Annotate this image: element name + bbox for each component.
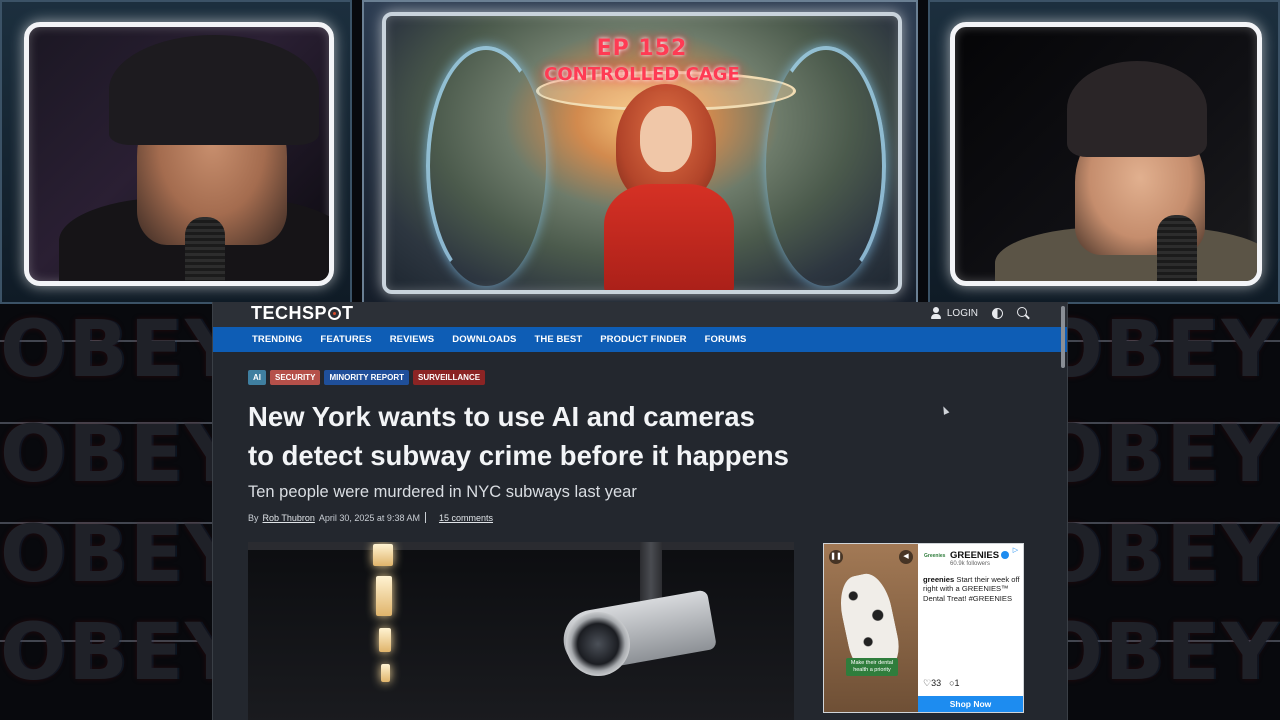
ad-followers: 60.9k followers <box>950 561 991 567</box>
byline-divider <box>424 512 426 523</box>
theme-toggle-icon[interactable] <box>992 307 1003 319</box>
bg-word: OBEY <box>0 410 244 500</box>
comments-link[interactable]: 15 comments <box>439 513 493 523</box>
article-headline: New York wants to use AI and cameras to … <box>248 397 848 475</box>
user-icon <box>930 307 941 319</box>
bg-word: OBEY <box>0 510 244 600</box>
verified-icon <box>1001 551 1010 559</box>
tag-minority-report[interactable]: MINORITY REPORT <box>324 370 409 385</box>
login-label: LOGIN <box>946 307 978 319</box>
site-topbar: TECHSP T LOGIN <box>213 302 1067 327</box>
nav-item-the-best[interactable]: THE BEST <box>534 334 582 345</box>
host-beanie <box>1067 61 1207 157</box>
episode-art: EP 152 CONTROLLED CAGE <box>362 0 918 304</box>
shop-now-button[interactable]: Shop Now <box>918 696 1023 712</box>
ad-replies[interactable]: ○1 <box>949 678 959 689</box>
ceiling-light <box>381 664 390 682</box>
main-nav: TRENDING FEATURES REVIEWS DOWNLOADS THE … <box>213 327 1067 352</box>
top-tools: LOGIN <box>930 307 1029 319</box>
bg-word: OBEY <box>1036 510 1280 600</box>
ceiling-light <box>379 628 391 652</box>
bg-word: OBEY <box>0 608 244 698</box>
episode-art-frame: EP 152 CONTROLLED CAGE <box>382 12 902 294</box>
nav-item-forums[interactable]: FORUMS <box>705 334 747 345</box>
article-subhead: Ten people were murdered in NYC subways … <box>248 483 637 501</box>
page-scrollbar[interactable] <box>1061 306 1065 368</box>
camera-lens <box>566 612 630 676</box>
ad-text: greenies Start their week off right with… <box>923 575 1021 603</box>
ad-video[interactable]: Make their dental health a priority ❚❚ ◀ <box>824 544 918 712</box>
article-tags: AI SECURITY MINORITY REPORT SURVEILLANCE <box>248 370 486 385</box>
ad-brand: GREENIES <box>950 550 1010 561</box>
heart-icon: ♡ <box>923 678 932 688</box>
nav-item-trending[interactable]: TRENDING <box>252 334 302 345</box>
tag-ai[interactable]: AI <box>248 370 266 385</box>
ad-stats: ♡33 ○1 <box>923 678 960 689</box>
bg-word: OBEY <box>0 305 244 395</box>
site-logo[interactable]: TECHSP T <box>251 303 354 324</box>
ad-image-caption: Make their dental health a priority <box>846 658 898 676</box>
bg-word: OBEY <box>1036 305 1280 395</box>
microphone-icon <box>185 217 225 281</box>
nav-item-reviews[interactable]: REVIEWS <box>390 334 435 345</box>
ad-likes-count: 33 <box>931 678 942 688</box>
woman-figure <box>604 84 734 290</box>
host-camera-right <box>928 0 1280 304</box>
techspot-page: TECHSP T LOGIN TRENDING FEATURES REVIEWS … <box>212 302 1068 720</box>
ad-info-icon[interactable]: ▷ <box>1011 546 1020 555</box>
ad-brand-name: GREENIES <box>950 550 1000 561</box>
headline-line-1: New York wants to use AI and cameras <box>248 401 755 432</box>
ad-likes[interactable]: ♡33 <box>923 678 941 689</box>
ad-replies-count: 1 <box>954 678 960 688</box>
nav-item-downloads[interactable]: DOWNLOADS <box>452 334 516 345</box>
headline-line-2: to detect subway crime before it happens <box>248 440 789 471</box>
woman-body <box>604 184 734 290</box>
ad-logo: Greenies <box>924 553 946 559</box>
logo-o-icon <box>328 307 342 320</box>
tag-security[interactable]: SECURITY <box>270 370 321 385</box>
byline-by: By <box>248 512 259 523</box>
camera-frame <box>950 22 1262 286</box>
pause-icon[interactable]: ❚❚ <box>829 550 843 564</box>
search-icon[interactable] <box>1017 307 1029 319</box>
mute-icon[interactable]: ◀ <box>899 550 913 564</box>
nav-item-features[interactable]: FEATURES <box>320 334 371 345</box>
episode-number: EP 152 <box>596 36 688 61</box>
ceiling-light <box>376 576 392 616</box>
camera-frame <box>24 22 334 286</box>
bg-word: OBEY <box>1036 410 1280 500</box>
tag-surveillance[interactable]: SURVEILLANCE <box>412 370 486 385</box>
host-hood <box>109 35 319 145</box>
sidebar-ad[interactable]: Make their dental health a priority ❚❚ ◀… <box>823 543 1024 713</box>
nav-item-product-finder[interactable]: PRODUCT FINDER <box>600 334 686 345</box>
login-button[interactable]: LOGIN <box>930 307 978 319</box>
ceiling-light <box>373 544 393 566</box>
article-date: April 30, 2025 at 9:38 AM <box>318 512 420 523</box>
article-byline: By Rob Thubron April 30, 2025 at 9:38 AM… <box>248 512 497 523</box>
bg-word: OBEY <box>1036 608 1280 698</box>
episode-title: CONTROLLED CAGE <box>544 64 740 85</box>
ceiling-beam <box>248 542 794 550</box>
microphone-icon <box>1157 215 1197 281</box>
article-hero-image <box>248 542 794 720</box>
camera-mount <box>640 542 662 606</box>
host-camera-left <box>0 0 352 304</box>
woman-face <box>640 106 692 172</box>
ad-account: greenies <box>923 575 955 584</box>
author-link[interactable]: Rob Thubron <box>263 513 315 523</box>
